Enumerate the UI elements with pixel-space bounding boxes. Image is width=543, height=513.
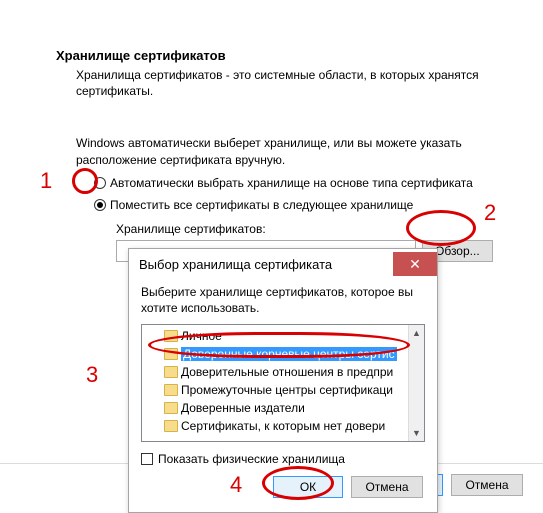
intro-text: Windows автоматически выберет хранилище,…	[76, 135, 506, 167]
folder-icon	[164, 330, 178, 342]
radio-manual-icon[interactable]	[94, 199, 106, 211]
dialog-title: Выбор хранилища сертификата	[139, 257, 332, 272]
folder-icon	[164, 402, 178, 414]
folder-icon	[164, 384, 178, 396]
radio-auto-icon[interactable]	[94, 177, 106, 189]
wizard-cancel-button[interactable]: Отмена	[451, 474, 523, 496]
scroll-down-icon[interactable]: ▼	[409, 425, 424, 441]
folder-icon	[164, 348, 178, 360]
radio-auto-label: Автоматически выбрать хранилище на основ…	[110, 176, 473, 190]
page-subtitle: Хранилища сертификатов - это системные о…	[76, 67, 496, 99]
folder-icon	[164, 366, 178, 378]
tree-item-trusted-root[interactable]: Доверенные корневые центры сертис	[144, 345, 424, 363]
annotation-number-3: 3	[86, 362, 98, 388]
ok-button[interactable]: ОК	[273, 476, 343, 498]
select-store-dialog: Выбор хранилища сертификата ✕ Выберите х…	[128, 248, 438, 513]
tree-item-trusted-publishers[interactable]: Доверенные издатели	[144, 399, 424, 417]
tree-scrollbar[interactable]: ▲ ▼	[408, 325, 424, 441]
show-physical-row[interactable]: Показать физические хранилища	[141, 452, 425, 466]
show-physical-label: Показать физические хранилища	[158, 452, 345, 466]
dialog-cancel-button[interactable]: Отмена	[351, 476, 423, 498]
scroll-up-icon[interactable]: ▲	[409, 325, 424, 341]
checkbox-icon[interactable]	[141, 453, 153, 465]
store-label: Хранилище сертификатов:	[116, 222, 523, 236]
folder-icon	[164, 420, 178, 432]
page-title: Хранилище сертификатов	[56, 48, 523, 63]
dialog-titlebar[interactable]: Выбор хранилища сертификата ✕	[129, 249, 437, 279]
radio-auto-row[interactable]: Автоматически выбрать хранилище на основ…	[94, 176, 523, 190]
radio-manual-label: Поместить все сертификаты в следующее хр…	[110, 198, 413, 212]
annotation-number-4: 4	[230, 472, 242, 498]
store-tree[interactable]: Личное Доверенные корневые центры сертис…	[141, 324, 425, 442]
radio-manual-row[interactable]: Поместить все сертификаты в следующее хр…	[94, 198, 523, 212]
annotation-number-2: 2	[484, 200, 496, 226]
tree-item-enterprise-trust[interactable]: Доверительные отношения в предпри	[144, 363, 424, 381]
tree-item-personal[interactable]: Личное	[144, 327, 424, 345]
close-icon[interactable]: ✕	[393, 252, 437, 276]
tree-item-intermediate[interactable]: Промежуточные центры сертификаци	[144, 381, 424, 399]
dialog-description: Выберите хранилище сертификатов, которое…	[141, 285, 425, 316]
tree-item-untrusted[interactable]: Сертификаты, к которым нет довери	[144, 417, 424, 435]
annotation-number-1: 1	[40, 168, 52, 194]
